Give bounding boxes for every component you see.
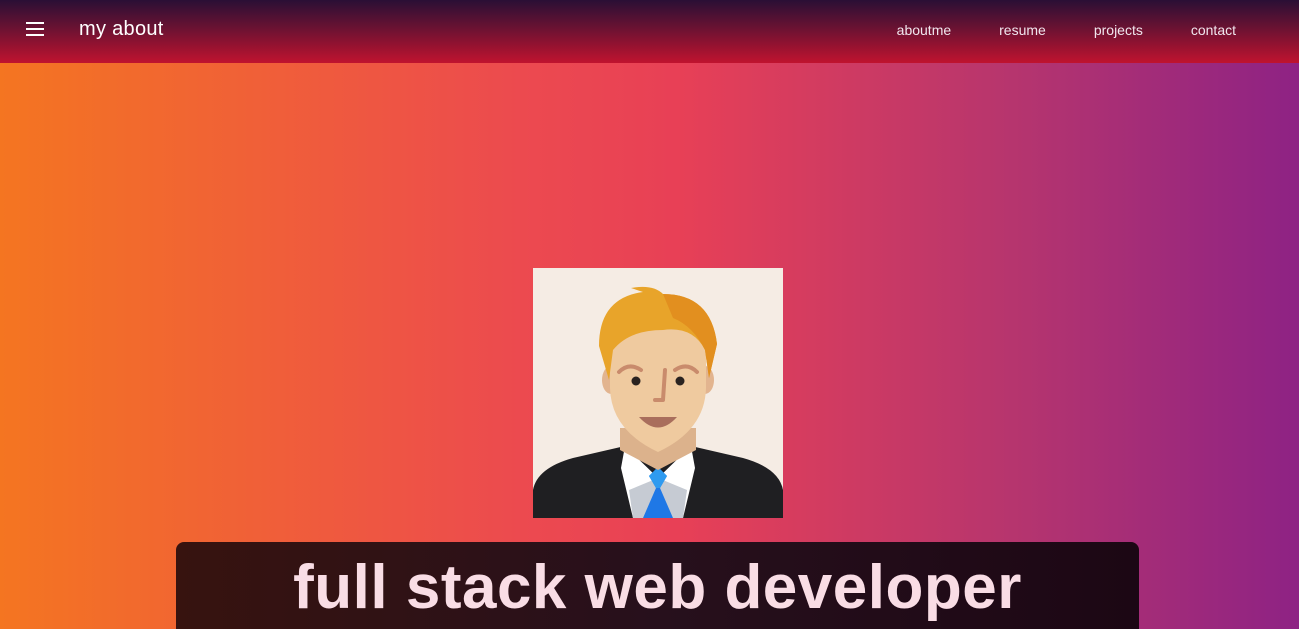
menu-icon[interactable] [24,22,46,40]
headline-banner: full stack web developer [176,542,1139,629]
brand-title[interactable]: my about [79,18,164,41]
main-nav: aboutme resume projects contact [849,22,1236,38]
nav-link-aboutme[interactable]: aboutme [897,22,951,38]
nav-link-resume[interactable]: resume [999,22,1046,38]
nav-link-contact[interactable]: contact [1191,22,1236,38]
avatar [533,268,783,518]
nav-link-projects[interactable]: projects [1094,22,1143,38]
headline-title: full stack web developer [293,553,1022,622]
avatar-illustration [533,268,783,518]
top-app-bar: my about aboutme resume projects contact [0,0,1299,63]
